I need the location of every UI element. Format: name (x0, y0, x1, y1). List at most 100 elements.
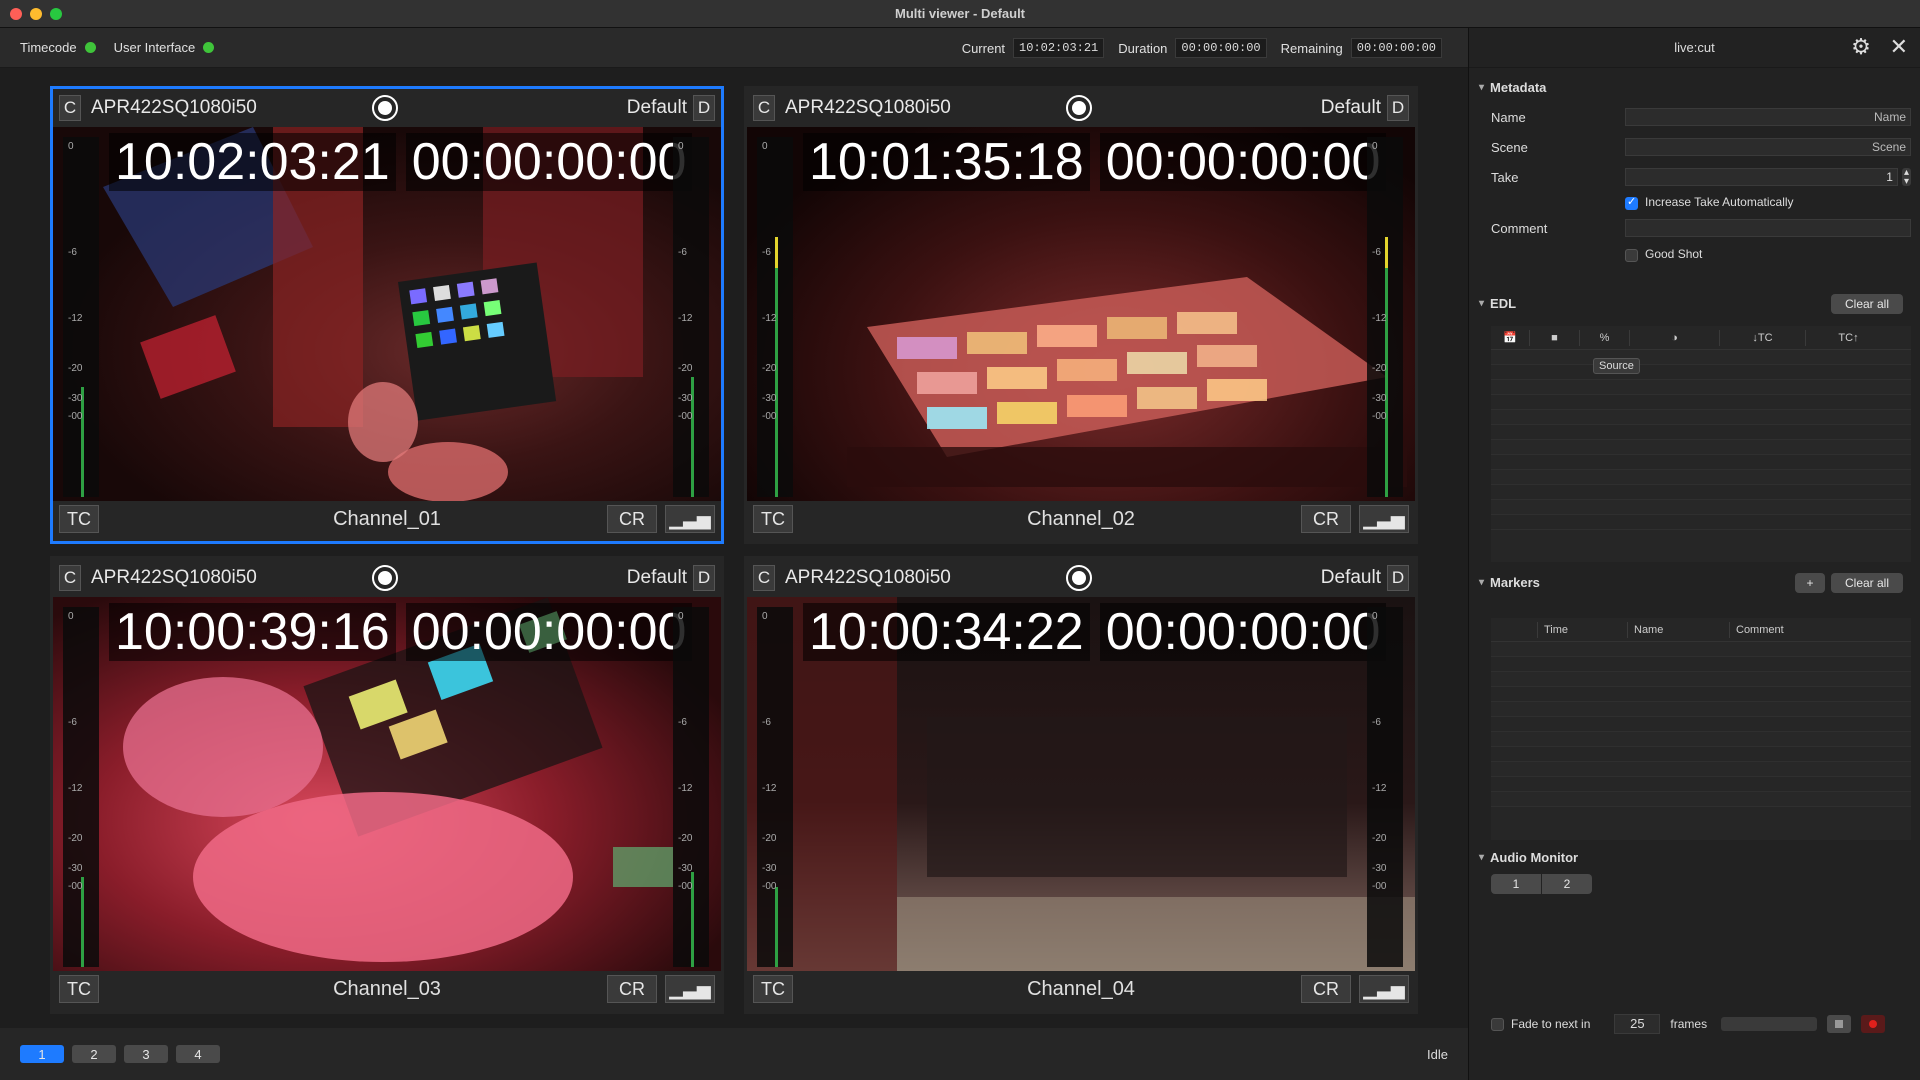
cr-button[interactable]: CR (1301, 975, 1351, 1003)
meter-tick-label: -30 (68, 393, 83, 404)
add-marker-button[interactable]: + (1795, 573, 1825, 593)
markers-clear-all-button[interactable]: Clear all (1831, 573, 1903, 593)
c-button[interactable]: C (753, 565, 775, 591)
d-button[interactable]: D (693, 95, 715, 121)
meter-tick-label: -30 (678, 863, 693, 874)
edl-table[interactable]: 📅 ■ % ◑ ↓TC TC↑ Source (1491, 326, 1911, 562)
timecode-value: 10:01:35:18 (803, 133, 1090, 191)
status-bar: Timecode User Interface Current 10:02:03… (0, 28, 1468, 68)
fade-checkbox[interactable] (1491, 1017, 1504, 1031)
zoom-window-button[interactable] (50, 8, 62, 20)
record-button-icon[interactable] (1861, 1015, 1886, 1033)
audio-monitor-section-header[interactable]: ▾ Audio Monitor (1479, 850, 1578, 865)
remaining-label: Remaining (1280, 40, 1343, 56)
meter-tick-label: 0 (1372, 611, 1378, 622)
edl-section-header[interactable]: ▾ EDL (1479, 296, 1516, 311)
audio-channel-1-button[interactable]: 1 (1491, 874, 1541, 894)
c-button[interactable]: C (59, 565, 81, 591)
markers-col-name[interactable]: Name (1627, 621, 1729, 638)
edl-col-percent-icon[interactable]: % (1579, 329, 1629, 346)
d-button[interactable]: D (693, 565, 715, 591)
record-button-icon[interactable] (372, 565, 398, 591)
markers-col-comment[interactable]: Comment (1729, 621, 1911, 638)
meter-tick-label: -00 (68, 411, 83, 422)
tc-button[interactable]: TC (59, 975, 99, 1003)
levels-icon[interactable]: ▁▃▅ (665, 505, 715, 533)
meter-tick-label: -00 (762, 881, 777, 892)
cr-button[interactable]: CR (607, 505, 657, 533)
minimize-window-button[interactable] (30, 8, 42, 20)
c-button[interactable]: C (59, 95, 81, 121)
video-preview: 10:00:34:22 00:00:00:00 0 -6 -12 -20 -30 -00 … (747, 597, 1415, 971)
tc-button[interactable]: TC (753, 505, 793, 533)
meter-tick-label: -00 (762, 411, 777, 422)
metadata-section-header[interactable]: ▾ Metadata (1479, 80, 1546, 95)
good-shot-checkbox[interactable]: Good Shot (1625, 246, 1703, 262)
good-shot-label: Good Shot (1645, 247, 1703, 262)
meter-tick-label: -12 (678, 313, 693, 324)
comment-input[interactable] (1625, 219, 1911, 237)
meter-tick-label: -00 (678, 411, 693, 422)
stop-button-icon[interactable] (1827, 1015, 1852, 1033)
timecode-overlay: 10:02:03:21 00:00:00:00 (109, 133, 693, 191)
levels-icon[interactable]: ▁▃▅ (1359, 505, 1409, 533)
duration-value: 00:00:00:00 (1099, 133, 1387, 191)
close-icon[interactable]: ✕ (1890, 36, 1908, 58)
take-input[interactable]: 1 (1625, 168, 1898, 186)
viewer-grid: C APR422SQ1080i50 Default D 10:02:03:21 … (0, 68, 1468, 1028)
edl-clear-all-button[interactable]: Clear all (1831, 294, 1903, 314)
edl-col-source-icon[interactable]: ◑ (1629, 329, 1719, 346)
markers-col-time[interactable]: Time (1537, 621, 1627, 638)
tc-button[interactable]: TC (753, 975, 793, 1003)
take-stepper-icon[interactable]: ▴ ▾ (1901, 168, 1911, 187)
meter-tick-label: -12 (1372, 313, 1387, 324)
page-button-2[interactable]: 2 (72, 1045, 116, 1063)
name-input[interactable]: Name (1625, 108, 1911, 126)
viewer-channel-03[interactable]: C APR422SQ1080i50 Default D 10:00:39:16 … (50, 556, 724, 1014)
panel-title: live:cut (1674, 40, 1715, 55)
fade-frames-input[interactable]: 25 (1614, 1014, 1661, 1034)
record-button-icon[interactable] (372, 95, 398, 121)
edl-col-tc-in[interactable]: ↓TC (1719, 329, 1805, 346)
markers-table[interactable]: Time Name Comment (1491, 618, 1911, 840)
c-button[interactable]: C (753, 95, 775, 121)
edl-col-video-icon[interactable]: ■ (1529, 329, 1579, 346)
meter-tick-label: -30 (1372, 393, 1387, 404)
edl-col-date-icon[interactable]: 📅 (1491, 330, 1529, 346)
edl-col-tc-out[interactable]: TC↑ (1805, 329, 1891, 346)
record-button-icon[interactable] (1066, 95, 1092, 121)
meter-tick-label: 0 (762, 611, 768, 622)
audio-channel-2-button[interactable]: 2 (1542, 874, 1592, 894)
close-window-button[interactable] (10, 8, 22, 20)
name-label: Name (1491, 109, 1526, 125)
cr-button[interactable]: CR (1301, 505, 1351, 533)
page-button-1[interactable]: 1 (20, 1045, 64, 1063)
video-preview: 10:02:03:21 00:00:00:00 0 -6 -12 -20 -30 -00 … (53, 127, 721, 501)
scene-input[interactable]: Scene (1625, 138, 1911, 156)
meter-tick-label: -12 (762, 783, 777, 794)
page-button-3[interactable]: 3 (124, 1045, 168, 1063)
viewer-channel-02[interactable]: C APR422SQ1080i50 Default D 10:01:35:18 … (744, 86, 1418, 544)
meter-tick-label: -6 (678, 247, 687, 258)
d-button[interactable]: D (1387, 95, 1409, 121)
gear-icon[interactable]: ⚙ (1850, 36, 1872, 58)
viewer-channel-01[interactable]: C APR422SQ1080i50 Default D 10:02:03:21 … (50, 86, 724, 544)
meter-tick-label: -6 (1372, 717, 1381, 728)
ui-label: User Interface (113, 40, 196, 55)
levels-icon[interactable]: ▁▃▅ (1359, 975, 1409, 1003)
page-button-4[interactable]: 4 (176, 1045, 220, 1063)
source-tooltip: Source (1593, 358, 1640, 374)
markers-section-header[interactable]: ▾ Markers (1479, 575, 1540, 590)
record-button-icon[interactable] (1066, 565, 1092, 591)
d-button[interactable]: D (1387, 565, 1409, 591)
cr-button[interactable]: CR (607, 975, 657, 1003)
tc-button[interactable]: TC (59, 505, 99, 533)
viewer-channel-04[interactable]: C APR422SQ1080i50 Default D 10:00:34:22 … (744, 556, 1418, 1014)
increase-take-label: Increase Take Automatically (1645, 195, 1794, 210)
page-bar: 1 2 3 4 Idle (0, 1028, 1468, 1080)
duration-label: Duration (1118, 40, 1168, 56)
checkbox-unchecked-icon (1625, 248, 1638, 262)
meter-tick-label: -6 (68, 717, 77, 728)
levels-icon[interactable]: ▁▃▅ (665, 975, 715, 1003)
increase-take-checkbox[interactable]: Increase Take Automatically (1625, 194, 1794, 210)
